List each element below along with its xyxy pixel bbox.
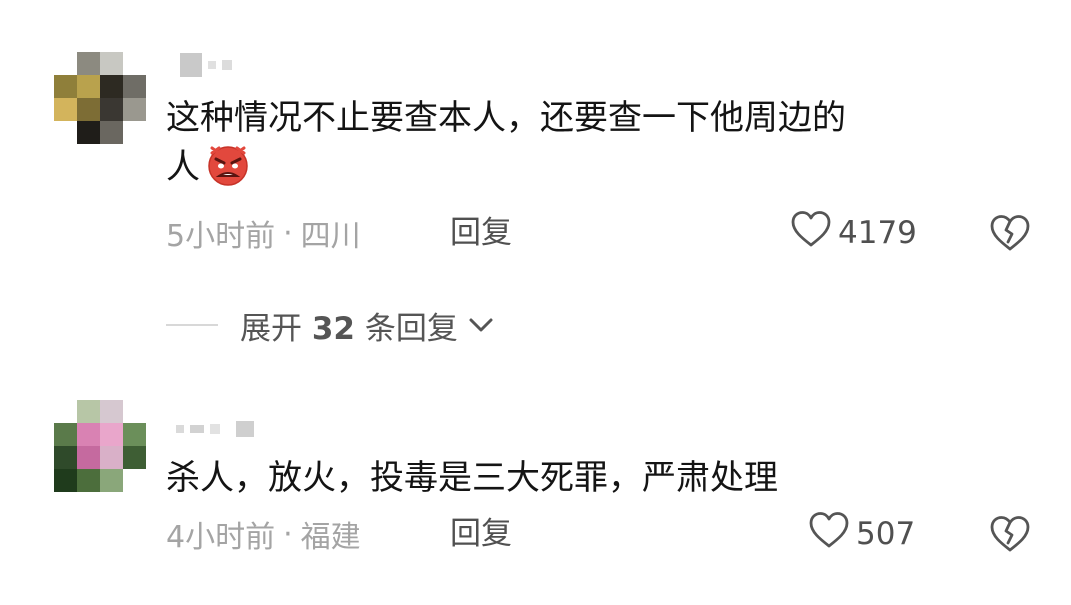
- comment-text-line: 杀人，放火，投毒是三大死罪，严肃处理: [166, 458, 778, 498]
- comment-meta: 5小时前 · 四川: [166, 213, 361, 255]
- expand-replies-label: 展开 32 条回复: [240, 310, 458, 347]
- dislike-button[interactable]: [988, 213, 1032, 253]
- heart-outline-icon: [808, 511, 850, 557]
- comment-text-line: 这种情况不止要查本人，还要查一下他周边的: [166, 98, 846, 138]
- expand-replies-button[interactable]: 展开 32 条回复: [166, 303, 494, 347]
- like-count: 507: [856, 516, 916, 552]
- like-button[interactable]: 507: [808, 511, 916, 557]
- meta-separator: ·: [283, 516, 293, 552]
- comment-text: 这种情况不止要查本人，还要查一下他周边的 人: [166, 94, 1026, 199]
- username[interactable]: [176, 414, 254, 444]
- comment-location: 福建: [300, 520, 361, 555]
- broken-heart-icon: [988, 215, 1032, 257]
- comment-text: 杀人，放火，投毒是三大死罪，严肃处理: [166, 454, 1026, 502]
- username[interactable]: [180, 50, 232, 80]
- angry-face-icon: [204, 142, 252, 199]
- meta-separator: ·: [283, 215, 293, 251]
- reply-button[interactable]: 回复: [450, 213, 512, 253]
- reply-button[interactable]: 回复: [450, 514, 512, 554]
- broken-heart-icon: [988, 516, 1032, 558]
- dislike-button[interactable]: [988, 514, 1032, 554]
- comment-meta: 4小时前 · 福建: [166, 514, 361, 556]
- avatar[interactable]: [54, 400, 146, 492]
- heart-outline-icon: [790, 210, 832, 256]
- chevron-down-icon: [468, 316, 494, 334]
- like-button[interactable]: 4179: [790, 210, 917, 256]
- comment-time: 5小时前: [166, 219, 276, 254]
- comment-time: 4小时前: [166, 520, 276, 555]
- comment-text-line: 人: [166, 142, 1026, 199]
- comment-location: 四川: [300, 219, 361, 254]
- like-count: 4179: [838, 215, 917, 251]
- avatar[interactable]: [54, 52, 146, 144]
- divider-line: [166, 324, 218, 326]
